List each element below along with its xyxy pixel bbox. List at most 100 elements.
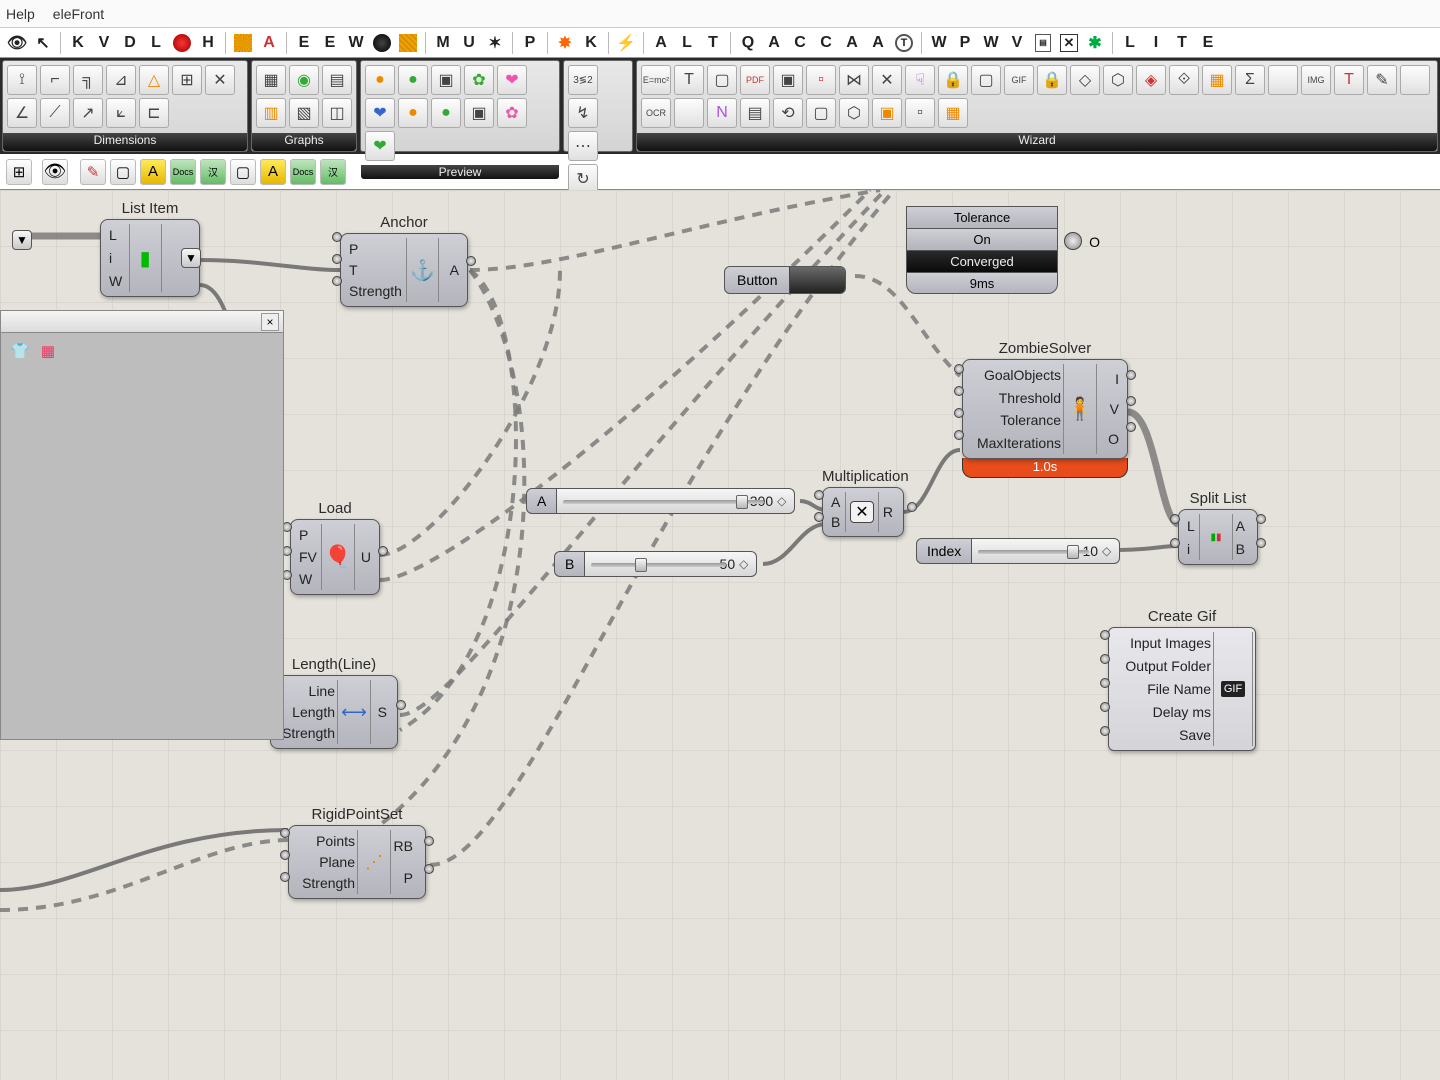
letter-A2[interactable]: A: [763, 32, 785, 54]
xbox-icon[interactable]: ✕: [1058, 32, 1080, 54]
wiz-icon[interactable]: ▫: [905, 98, 935, 128]
wiz-icon[interactable]: [1268, 65, 1298, 95]
canvas[interactable]: ▼ List Item L i W N▮ i ▼ Anchor P T Stre…: [0, 190, 1440, 1080]
wiz-icon[interactable]: ▣: [872, 98, 902, 128]
wiz-icon[interactable]: ▫: [806, 65, 836, 95]
tb-icon[interactable]: ▢: [230, 159, 256, 185]
prev-icon[interactable]: ▣: [464, 98, 494, 128]
doc-icon[interactable]: ▤: [1032, 32, 1054, 54]
mosquito-icon[interactable]: ✶: [484, 32, 506, 54]
letter-C1[interactable]: C: [789, 32, 811, 54]
dim-icon[interactable]: ⊏: [139, 98, 169, 128]
wiz-icon[interactable]: ⬡: [839, 98, 869, 128]
letter-V2[interactable]: V: [1006, 32, 1028, 54]
ladybug-icon[interactable]: [171, 32, 193, 54]
node-multiplication[interactable]: Multiplication A B ✕ R: [822, 468, 909, 537]
dim-icon[interactable]: ⊞: [172, 65, 202, 95]
wiz-icon[interactable]: N: [707, 98, 737, 128]
down-arrow-icon[interactable]: ▼: [181, 248, 201, 268]
wiz-icon[interactable]: ⟲: [773, 98, 803, 128]
grid-icon[interactable]: ▦: [37, 341, 59, 361]
eye-icon[interactable]: 👁: [42, 159, 68, 185]
prev-icon[interactable]: ❤: [497, 65, 527, 95]
wiz-icon[interactable]: ▦: [938, 98, 968, 128]
wiz-icon[interactable]: ▦: [1202, 65, 1232, 95]
wiz-icon[interactable]: OCR: [641, 98, 671, 128]
floating-panel[interactable]: × 👕 ▦: [0, 310, 284, 740]
tb-icon[interactable]: ⊞: [6, 159, 32, 185]
dim-icon[interactable]: ⟋: [40, 98, 70, 128]
bolt-icon[interactable]: ⚡: [615, 32, 637, 54]
wiz-icon[interactable]: ⋈: [839, 65, 869, 95]
wiz-icon[interactable]: ◈: [1136, 65, 1166, 95]
letter-W2[interactable]: W: [928, 32, 950, 54]
vec-icon[interactable]: 3≶2: [568, 65, 598, 95]
tb-icon[interactable]: Docs: [290, 159, 316, 185]
letter-T2[interactable]: T: [1171, 32, 1193, 54]
letter-E3[interactable]: E: [1197, 32, 1219, 54]
wiz-icon[interactable]: T: [1334, 65, 1364, 95]
letter-A3[interactable]: A: [841, 32, 863, 54]
swirl-icon[interactable]: [232, 32, 254, 54]
tb-icon[interactable]: 汉: [320, 159, 346, 185]
node-list-item[interactable]: List Item L i W N▮ i ▼: [100, 200, 200, 297]
wiz-icon[interactable]: GIF: [1004, 65, 1034, 95]
wiz-icon[interactable]: ▢: [806, 98, 836, 128]
slider-a[interactable]: A 300◇: [526, 488, 795, 514]
wiz-icon[interactable]: [674, 98, 704, 128]
wiz-icon[interactable]: PDF: [740, 65, 770, 95]
vec-icon[interactable]: ↯: [568, 98, 598, 128]
letter-L2[interactable]: L: [676, 32, 698, 54]
dim-icon[interactable]: ⌐: [40, 65, 70, 95]
prev-icon[interactable]: ❤: [365, 131, 395, 161]
letter-K2[interactable]: K: [580, 32, 602, 54]
dim-icon[interactable]: △: [139, 65, 169, 95]
dim-icon[interactable]: ✕: [205, 65, 235, 95]
brush-icon[interactable]: ✎: [80, 159, 106, 185]
letter-A1[interactable]: A: [650, 32, 672, 54]
letter-C2[interactable]: C: [815, 32, 837, 54]
letter-U[interactable]: U: [458, 32, 480, 54]
node-split-list[interactable]: Split List L i ▮▮ A B: [1178, 490, 1258, 565]
letter-Q[interactable]: Q: [737, 32, 759, 54]
node-load[interactable]: Load P FV W 🎈 U: [290, 500, 380, 595]
letter-T[interactable]: T: [702, 32, 724, 54]
down-arrow-icon[interactable]: ▼: [12, 230, 32, 250]
prev-icon[interactable]: ✿: [497, 98, 527, 128]
dim-icon[interactable]: ∠: [7, 98, 37, 128]
vec-icon[interactable]: ⋯: [568, 131, 598, 161]
menu-elefront[interactable]: eleFront: [53, 6, 104, 22]
graph-icon[interactable]: ◉: [289, 65, 319, 95]
dim-icon[interactable]: ⟟: [7, 65, 37, 95]
node-anchor[interactable]: Anchor P T Strength ⚓ A: [340, 214, 468, 307]
wiz-icon[interactable]: ☟: [905, 65, 935, 95]
graph-icon[interactable]: ▤: [322, 65, 352, 95]
tb-icon[interactable]: 汉: [200, 159, 226, 185]
prev-icon[interactable]: ●: [398, 65, 428, 95]
tb-icon[interactable]: A: [260, 159, 286, 185]
graph-icon[interactable]: ▥: [256, 98, 286, 128]
letter-D[interactable]: D: [119, 32, 141, 54]
letter-M[interactable]: M: [432, 32, 454, 54]
menu-help[interactable]: Help: [6, 6, 35, 22]
letter-A4[interactable]: A: [867, 32, 889, 54]
letter-L3[interactable]: L: [1119, 32, 1141, 54]
stripe-icon[interactable]: [397, 32, 419, 54]
wiz-icon[interactable]: E=mc²: [641, 65, 671, 95]
shirt-icon[interactable]: 👕: [9, 341, 31, 361]
letter-K[interactable]: K: [67, 32, 89, 54]
wiz-icon[interactable]: 🔒: [1037, 65, 1067, 95]
wiz-icon[interactable]: ⬡: [1103, 65, 1133, 95]
target-icon[interactable]: T: [893, 32, 915, 54]
wiz-icon[interactable]: ▤: [740, 98, 770, 128]
graph-icon[interactable]: ◫: [322, 98, 352, 128]
letter-P[interactable]: P: [519, 32, 541, 54]
eye-icon[interactable]: 👁: [6, 32, 28, 54]
wiz-icon[interactable]: [1400, 65, 1430, 95]
flame-icon[interactable]: ✸: [554, 32, 576, 54]
wiz-icon[interactable]: ▢: [971, 65, 1001, 95]
wiz-icon[interactable]: 🔒: [938, 65, 968, 95]
wiz-icon[interactable]: ✕: [872, 65, 902, 95]
solver-status[interactable]: Tolerance On Converged 9ms O: [906, 206, 1058, 294]
letter-E1[interactable]: E: [293, 32, 315, 54]
